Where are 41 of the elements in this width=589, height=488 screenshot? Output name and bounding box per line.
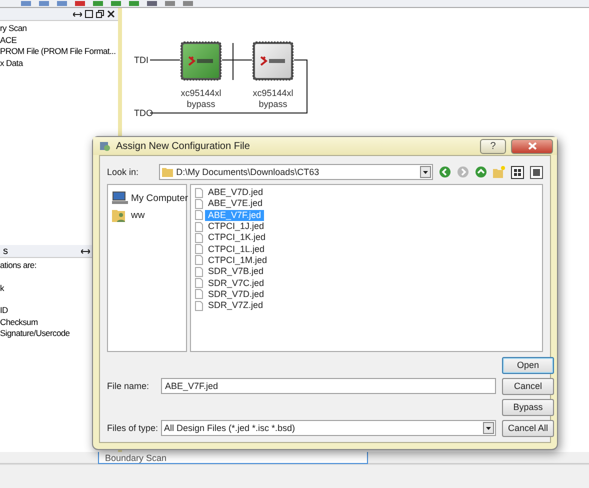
- dialog-button[interactable]: Cancel All: [502, 420, 554, 436]
- file-item[interactable]: ABE_V7D.jed: [205, 187, 266, 198]
- device-mode: bypass: [258, 99, 288, 110]
- device-name: xc95144xl: [252, 88, 294, 99]
- file-item[interactable]: CTPCI_1K.jed: [205, 232, 269, 244]
- dialog-button[interactable]: Bypass: [502, 398, 554, 416]
- info-line: ID: [0, 305, 9, 316]
- file-name-label: File name:: [107, 381, 150, 391]
- tdi-label: TDI: [134, 55, 148, 65]
- tree-item[interactable]: PROM File (PROM File Format...: [0, 46, 118, 58]
- file-type-label: Files of type:: [107, 423, 155, 433]
- tree-item[interactable]: ry Scan: [0, 23, 118, 34]
- place-item[interactable]: My Computer: [131, 192, 188, 204]
- dialog-button[interactable]: Open: [502, 356, 554, 374]
- device-mode: bypass: [186, 99, 216, 110]
- place-item[interactable]: ww: [131, 210, 145, 220]
- tree-item[interactable]: x Data: [0, 58, 118, 69]
- info-line: Signature/Usercode: [0, 328, 71, 340]
- dialog-button[interactable]: Cancel: [502, 378, 554, 394]
- file-item[interactable]: CTPCI_1J.jed: [205, 221, 268, 232]
- info-line: k: [0, 282, 6, 294]
- file-item[interactable]: SDR_V7Z.jed: [205, 300, 266, 312]
- file-item[interactable]: SDR_V7C.jed: [205, 278, 268, 289]
- info-line: ations are:: [0, 260, 38, 272]
- look-in-label: Look in:: [107, 167, 140, 177]
- file-item[interactable]: SDR_V7B.jed: [205, 266, 267, 278]
- tdo-label: TDO: [134, 108, 153, 118]
- dialog-title: Assign New Configuration File: [116, 140, 251, 152]
- file-item[interactable]: CTPCI_1L.jed: [205, 244, 268, 255]
- help-button[interactable]: ?: [480, 138, 506, 154]
- panel-title: s: [3, 246, 9, 256]
- tree-item[interactable]: ACE: [0, 34, 118, 46]
- file-item[interactable]: SDR_V7D.jed: [205, 288, 268, 300]
- device-name: xc95144xl: [180, 88, 222, 99]
- file-item[interactable]: CTPCI_1M.jed: [205, 254, 270, 266]
- look-in-dropdown[interactable]: D:\My Documents\Downloads\CT63: [159, 164, 433, 180]
- view-tab[interactable]: Boundary Scan: [98, 452, 368, 464]
- file-name-field[interactable]: ABE_V7F.jed: [161, 378, 496, 394]
- info-line: Checksum: [0, 316, 39, 328]
- file-type-dropdown[interactable]: All Design Files (*.jed *.isc *.bsd): [161, 420, 496, 436]
- file-item[interactable]: ABE_V7E.jed: [205, 198, 266, 210]
